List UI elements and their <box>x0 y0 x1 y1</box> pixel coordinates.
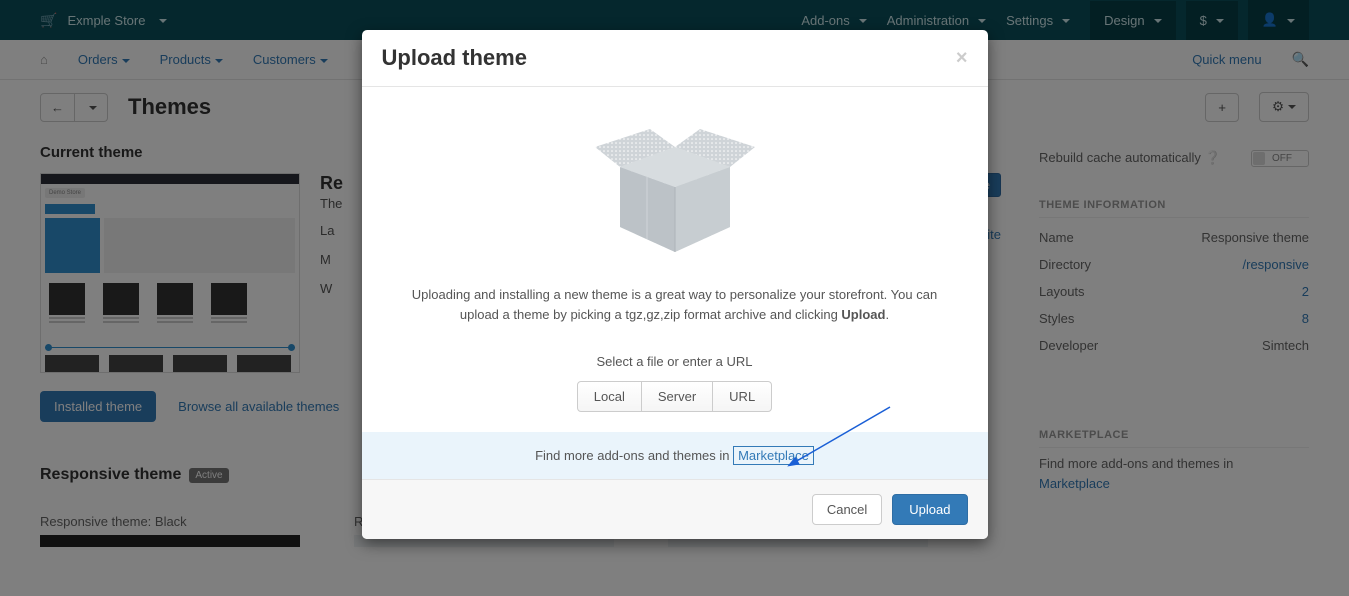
cancel-button[interactable]: Cancel <box>812 494 882 525</box>
upload-theme-modal: Upload theme × Uploading and installing … <box>362 30 988 539</box>
file-server-button[interactable]: Server <box>642 382 713 411</box>
file-source-buttons: Local Server URL <box>577 381 772 412</box>
upload-button[interactable]: Upload <box>892 494 967 525</box>
modal-marketplace-strip: Find more add-ons and themes in Marketpl… <box>362 432 988 479</box>
modal-marketplace-link[interactable]: Marketplace <box>733 446 814 465</box>
file-url-button[interactable]: URL <box>713 382 771 411</box>
modal-select-label: Select a file or enter a URL <box>392 354 958 369</box>
modal-close-icon[interactable]: × <box>956 47 968 70</box>
open-box-icon <box>590 117 760 257</box>
file-local-button[interactable]: Local <box>578 382 642 411</box>
modal-description: Uploading and installing a new theme is … <box>392 285 958 324</box>
modal-title: Upload theme <box>382 45 527 71</box>
